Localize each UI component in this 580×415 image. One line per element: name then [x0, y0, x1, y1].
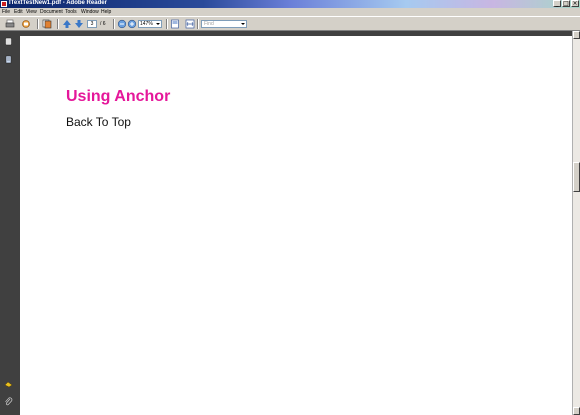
maximize-button[interactable]: □ [562, 0, 570, 7]
chevron-down-icon [241, 23, 245, 25]
page-number-input[interactable]: 3 [87, 20, 97, 28]
minimize-button[interactable]: _ [553, 0, 561, 7]
email-icon[interactable] [21, 19, 31, 29]
next-page-icon[interactable] [74, 19, 84, 29]
previous-page-icon[interactable] [62, 19, 72, 29]
window-controls: _ □ × [553, 0, 579, 7]
back-to-top-link[interactable]: Back To Top [66, 115, 131, 129]
pages-thumbnail-icon[interactable] [4, 55, 13, 64]
page-total: / 6 [100, 21, 106, 27]
menu-window[interactable]: Window [81, 8, 99, 16]
fit-page-icon[interactable] [170, 19, 180, 29]
zoom-in-icon[interactable] [127, 19, 137, 29]
zoom-value: 147% [140, 21, 153, 27]
bookmarks-icon[interactable] [4, 37, 13, 46]
fit-width-icon[interactable] [185, 19, 195, 29]
zoom-select[interactable]: 147% [138, 20, 162, 28]
chevron-down-icon [156, 23, 160, 25]
close-button[interactable]: × [571, 0, 579, 7]
title-bar: ITextTestNew1.pdf - Adobe Reader _ □ × [0, 0, 580, 8]
menu-document[interactable]: Document [40, 8, 63, 16]
menu-help[interactable]: Help [101, 8, 111, 16]
signature-icon[interactable] [4, 380, 13, 389]
pages-icon[interactable] [42, 19, 52, 29]
document-heading: Using Anchor [66, 88, 171, 105]
menu-edit[interactable]: Edit [14, 8, 23, 16]
menu-tools[interactable]: Tools [65, 8, 77, 16]
menu-view[interactable]: View [26, 8, 37, 16]
window-title: ITextTestNew1.pdf - Adobe Reader [9, 0, 107, 6]
vertical-scrollbar[interactable] [572, 31, 580, 415]
scrollbar-thumb[interactable] [573, 162, 580, 192]
scroll-up-icon[interactable] [573, 31, 580, 39]
toolbar: 3 / 6 147% Find [0, 16, 580, 31]
menu-file[interactable]: File [2, 8, 10, 16]
print-icon[interactable] [5, 19, 15, 29]
adobe-reader-icon [1, 1, 7, 7]
navigation-panel [0, 31, 17, 415]
find-input[interactable]: Find [201, 20, 247, 28]
find-placeholder: Find [204, 21, 214, 27]
scroll-down-icon[interactable] [573, 407, 580, 415]
menu-bar: File Edit View Document Tools Window Hel… [0, 8, 580, 16]
zoom-out-icon[interactable] [117, 19, 127, 29]
attachment-paperclip-icon[interactable] [4, 397, 13, 406]
